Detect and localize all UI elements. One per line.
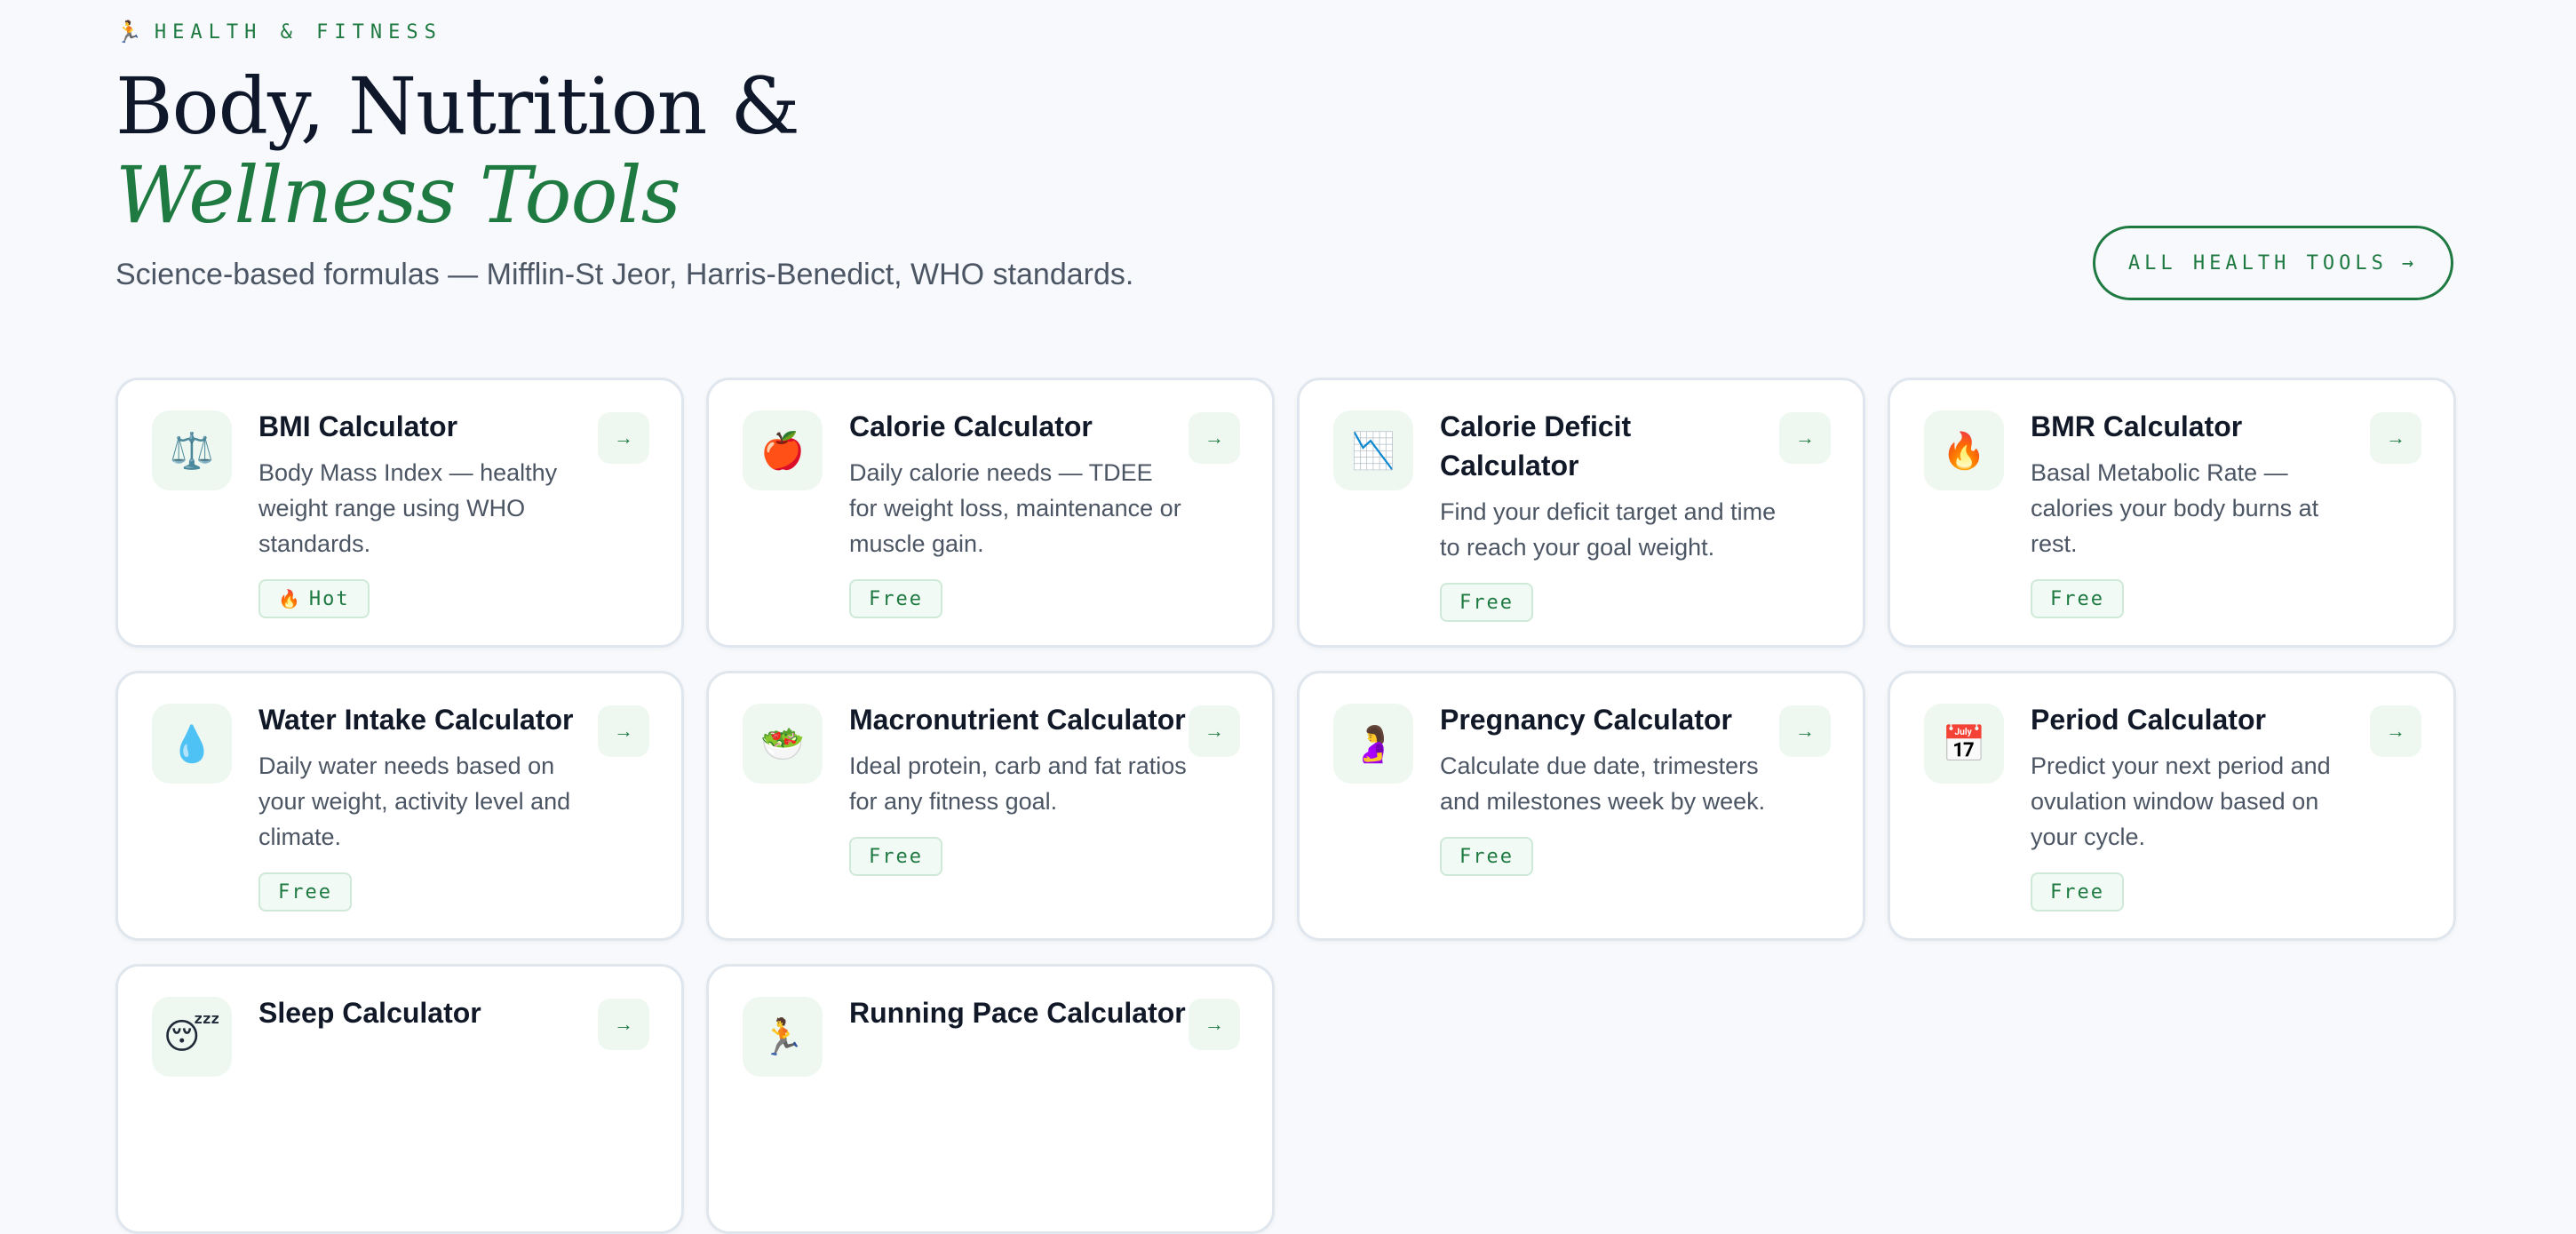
tool-card-title: Macronutrient Calculator <box>849 704 1186 736</box>
tool-card[interactable]: 🔥 → BMR Calculator Basal Metabolic Rate — c… <box>1888 378 2456 648</box>
tool-card-description: Find your deficit target and time to rea… <box>1440 498 1777 561</box>
status-badge: Free <box>2031 872 2124 912</box>
status-badge: Free <box>1440 837 1533 876</box>
tool-card[interactable]: 🤰 → Pregnancy Calculator Calculate due date… <box>1297 671 1865 941</box>
open-tool-arrow-icon[interactable]: → <box>1779 412 1831 464</box>
tool-card-description: Daily water needs based on your weight, … <box>258 752 571 850</box>
open-tool-arrow-icon[interactable]: → <box>598 705 649 757</box>
tool-card[interactable]: 🥗 → Macronutrient Calculator Ideal protein,… <box>706 671 1275 941</box>
tool-card[interactable]: 🍎 → Calorie Calculator Daily calorie needs … <box>706 378 1275 648</box>
title-line-2: Wellness Tools <box>115 149 681 241</box>
badge-label: Free <box>278 880 332 904</box>
tool-card-description: Predict your next period and ovulation w… <box>2031 752 2331 850</box>
tool-card-description: Body Mass Index — healthy weight range u… <box>258 459 558 557</box>
status-badge: Free <box>849 579 942 618</box>
status-badge: Free <box>849 837 942 876</box>
all-health-tools-button[interactable]: ALL HEALTH TOOLS → <box>2093 226 2453 300</box>
open-tool-arrow-icon[interactable]: → <box>2370 705 2421 757</box>
open-tool-arrow-icon[interactable]: → <box>598 999 649 1050</box>
salad-icon: 🥗 <box>743 704 823 784</box>
sleeping-face-icon: 😴 <box>152 997 232 1077</box>
scales-icon: ⚖️ <box>152 410 232 490</box>
tool-card-title: Water Intake Calculator <box>258 704 574 736</box>
tool-card-title: Calorie Calculator <box>849 410 1093 442</box>
tool-card-title: Period Calculator <box>2031 704 2266 736</box>
fire-icon: 🔥 <box>278 588 300 609</box>
status-badge: 🔥 Hot <box>258 579 370 618</box>
tool-card[interactable]: 💧 → Water Intake Calculator Daily water nee… <box>115 671 684 941</box>
fire-icon: 🔥 <box>1924 410 2004 490</box>
runner-icon: 🏃 <box>115 20 142 44</box>
page-subtitle: Science-based formulas — Mifflin-St Jeor… <box>115 258 1134 291</box>
status-badge: Free <box>2031 579 2124 618</box>
badge-label: Free <box>2050 587 2104 610</box>
chart-down-icon: 📉 <box>1333 410 1413 490</box>
tool-card[interactable]: 📅 → Period Calculator Predict your next per… <box>1888 671 2456 941</box>
tool-card[interactable]: ⚖️ → BMI Calculator Body Mass Index — healt… <box>115 378 684 648</box>
runner-icon: 🏃 <box>743 997 823 1077</box>
apple-icon: 🍎 <box>743 410 823 490</box>
tool-card-description: Calculate due date, trimesters and miles… <box>1440 752 1766 815</box>
badge-label: Free <box>2050 880 2104 904</box>
tool-card-title: BMR Calculator <box>2031 410 2243 442</box>
title-line-1: Body, Nutrition & <box>115 60 800 152</box>
open-tool-arrow-icon[interactable]: → <box>1189 999 1240 1050</box>
tool-card-description: Ideal protein, carb and fat ratios for a… <box>849 752 1187 815</box>
status-badge: Free <box>1440 583 1533 622</box>
badge-label: Free <box>869 845 923 868</box>
open-tool-arrow-icon[interactable]: → <box>598 412 649 464</box>
pregnant-woman-icon: 🤰 <box>1333 704 1413 784</box>
tool-card-description: Daily calorie needs — TDEE for weight lo… <box>849 459 1181 557</box>
open-tool-arrow-icon[interactable]: → <box>1189 705 1240 757</box>
eyebrow-label: HEALTH & FITNESS <box>154 20 442 44</box>
tool-card[interactable]: 🏃 → Running Pace Calculator <box>706 964 1275 1234</box>
tool-card-title: Pregnancy Calculator <box>1440 704 1732 736</box>
open-tool-arrow-icon[interactable]: → <box>2370 412 2421 464</box>
cta-label: ALL HEALTH TOOLS <box>2127 251 2388 275</box>
calendar-icon: 📅 <box>1924 704 2004 784</box>
tool-card[interactable]: 😴 → Sleep Calculator <box>115 964 684 1234</box>
badge-label: Free <box>1459 845 1514 868</box>
open-tool-arrow-icon[interactable]: → <box>1779 705 1831 757</box>
tool-card-title: BMI Calculator <box>258 410 458 442</box>
tool-card[interactable]: 📉 → Calorie Deficit Calculator Find your de… <box>1297 378 1865 648</box>
page-title: Body, Nutrition & Wellness Tools <box>115 60 800 241</box>
water-drop-icon: 💧 <box>152 704 232 784</box>
section-eyebrow: 🏃 HEALTH & FITNESS <box>115 20 442 44</box>
tool-card-title: Sleep Calculator <box>258 997 481 1029</box>
arrow-right-icon: → <box>2401 251 2419 275</box>
badge-label: Hot <box>308 587 350 610</box>
tools-grid: ⚖️ → BMI Calculator Body Mass Index — healt… <box>115 378 2456 1234</box>
tool-card-title: Calorie Deficit Calculator <box>1440 410 1632 482</box>
health-tools-section: 🏃 HEALTH & FITNESS Body, Nutrition & Wel… <box>115 0 2457 1234</box>
tool-card-title: Running Pace Calculator <box>849 997 1186 1029</box>
tool-card-description: Basal Metabolic Rate — calories your bod… <box>2031 459 2319 557</box>
open-tool-arrow-icon[interactable]: → <box>1189 412 1240 464</box>
badge-label: Free <box>869 587 923 610</box>
badge-label: Free <box>1459 591 1514 614</box>
status-badge: Free <box>258 872 352 912</box>
